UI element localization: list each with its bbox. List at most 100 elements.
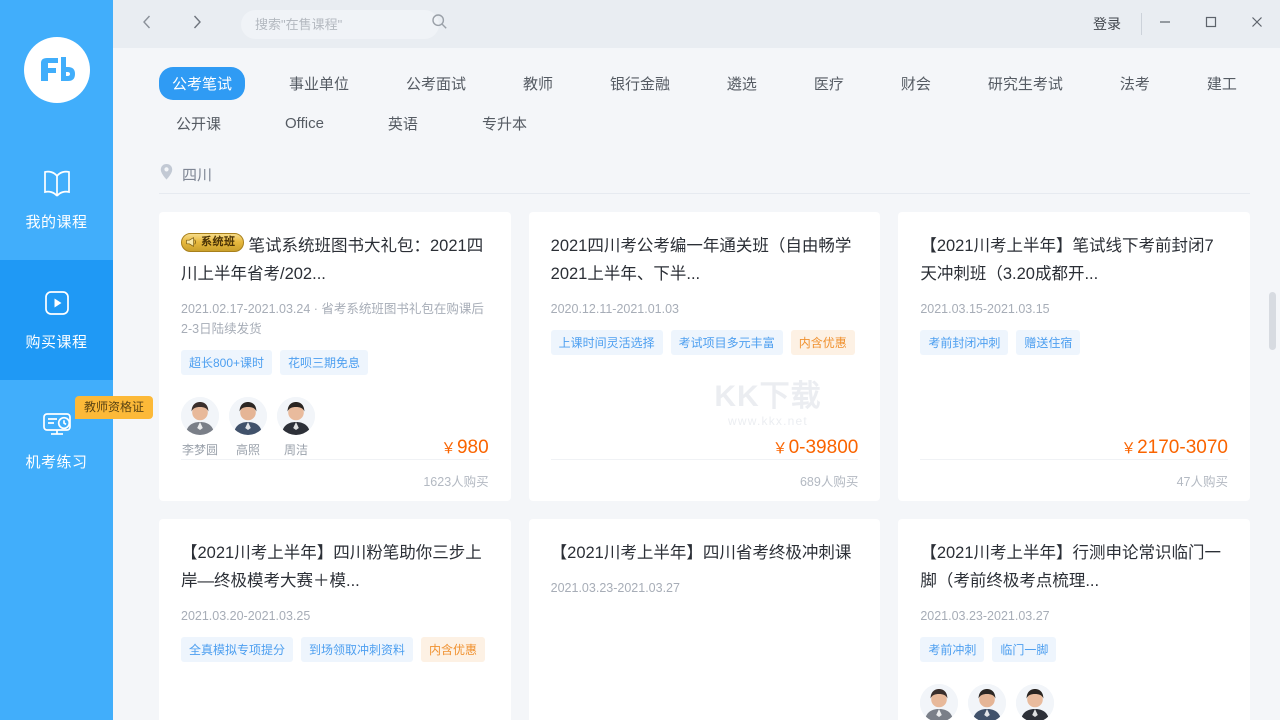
search-icon[interactable] bbox=[431, 13, 448, 35]
course-tag: 上课时间灵活选择 bbox=[551, 330, 663, 355]
app-window: 我的课程 购买课程 机考练习 bbox=[0, 0, 1280, 720]
avatar bbox=[229, 397, 267, 435]
sidebar: 我的课程 购买课程 机考练习 bbox=[0, 0, 113, 720]
minimize-button[interactable] bbox=[1142, 0, 1188, 48]
play-circle-icon bbox=[40, 289, 74, 319]
category-tab[interactable]: Office bbox=[272, 109, 337, 138]
avatar bbox=[1016, 684, 1054, 720]
course-card[interactable]: 系统班笔试系统班图书大礼包：2021四川上半年省考/202...2021.02.… bbox=[159, 212, 511, 501]
course-tag: 到场领取冲刺资料 bbox=[301, 637, 413, 662]
course-price: ￥980 bbox=[441, 437, 489, 459]
book-icon bbox=[40, 169, 74, 199]
course-tag: 考试项目多元丰富 bbox=[671, 330, 783, 355]
system-class-badge: 系统班 bbox=[181, 233, 244, 252]
course-tag: 花呗三期免息 bbox=[280, 350, 368, 375]
chevron-right-icon bbox=[189, 13, 205, 36]
search-input[interactable] bbox=[255, 17, 431, 32]
course-card[interactable]: 【2021川考上半年】行测申论常识临门一脚（考前终极考点梳理... 2021.03… bbox=[898, 519, 1250, 720]
price-value: 980 bbox=[457, 437, 489, 458]
teacher-certificate-tooltip[interactable]: 教师资格证 bbox=[75, 396, 153, 419]
category-tab[interactable]: 事业单位 bbox=[276, 67, 362, 100]
course-grid: 系统班笔试系统班图书大礼包：2021四川上半年省考/202...2021.02.… bbox=[113, 194, 1280, 720]
category-tab[interactable]: 研究生考试 bbox=[975, 67, 1076, 100]
category-tab[interactable]: 建工 bbox=[1194, 67, 1250, 100]
course-date-range: 2021.03.23-2021.03.27 bbox=[551, 578, 859, 598]
course-tag: 内含优惠 bbox=[421, 637, 485, 662]
course-title: 【2021川考上半年】四川粉笔助你三步上岸—终极模考大赛＋模... bbox=[181, 539, 489, 595]
category-tab[interactable]: 遴选 bbox=[714, 67, 770, 100]
category-tab[interactable]: 财会 bbox=[888, 67, 944, 100]
forward-button[interactable] bbox=[179, 6, 215, 42]
app-logo bbox=[0, 0, 113, 140]
buyer-count: 1623人购买 bbox=[423, 471, 488, 490]
currency-symbol: ￥ bbox=[773, 440, 788, 457]
teacher-name: 周洁 bbox=[277, 441, 315, 458]
course-card-body: ￥2170-3070 bbox=[920, 355, 1228, 459]
minimize-icon bbox=[1158, 15, 1172, 34]
price-value: 0-39800 bbox=[789, 437, 859, 458]
teacher-list: 李梦圆徐来明雷 bbox=[920, 684, 1228, 720]
close-button[interactable] bbox=[1234, 0, 1280, 48]
login-button[interactable]: 登录 bbox=[1073, 14, 1141, 34]
category-tab[interactable]: 公开课 bbox=[163, 107, 234, 140]
teacher-item: 徐来 bbox=[968, 684, 1006, 720]
teacher-item: 高照 bbox=[229, 397, 267, 458]
fenbi-logo-icon bbox=[24, 37, 90, 103]
course-card-footer: 689人购买 bbox=[551, 459, 859, 501]
sidebar-item-label: 购买课程 bbox=[25, 331, 87, 352]
course-tag: 考前封闭冲刺 bbox=[920, 330, 1008, 355]
search-box[interactable] bbox=[241, 10, 439, 39]
course-tag: 超长800+课时 bbox=[181, 350, 272, 375]
course-card[interactable]: 【2021川考上半年】四川省考终极冲刺课2021.03.23-2021.03.2… bbox=[529, 519, 881, 720]
sidebar-item-buy-courses[interactable]: 购买课程 bbox=[0, 260, 113, 380]
course-tag: 内含优惠 bbox=[791, 330, 855, 355]
course-card[interactable]: 【2021川考上半年】四川粉笔助你三步上岸—终极模考大赛＋模...2021.03… bbox=[159, 519, 511, 720]
course-price: ￥2170-3070 bbox=[1121, 437, 1228, 459]
currency-symbol: ￥ bbox=[441, 440, 456, 457]
course-tag: 考前冲刺 bbox=[920, 637, 984, 662]
course-card-body: 李梦圆高照周洁 ￥980 bbox=[181, 375, 489, 459]
price-value: 2170-3070 bbox=[1137, 437, 1228, 458]
title-bar: 登录 bbox=[113, 0, 1280, 48]
sidebar-item-label: 我的课程 bbox=[25, 211, 87, 232]
category-tab[interactable]: 英语 bbox=[375, 107, 431, 140]
category-tab[interactable]: 公考笔试 bbox=[159, 67, 245, 100]
maximize-button[interactable] bbox=[1188, 0, 1234, 48]
course-card-body: ￥0-39800 bbox=[551, 355, 859, 459]
category-tab[interactable]: 医疗 bbox=[801, 67, 857, 100]
course-card-body: ￥0-39 bbox=[551, 598, 859, 720]
course-date-range: 2021.03.23-2021.03.27 bbox=[920, 606, 1228, 626]
course-card[interactable]: 2021四川考公考编一年通关班（自由畅学2021上半年、下半...2020.12… bbox=[529, 212, 881, 501]
course-card-body: 李梦圆徐来明雷￥39 bbox=[920, 662, 1228, 720]
back-button[interactable] bbox=[129, 6, 165, 42]
course-card-footer: 1623人购买 bbox=[181, 459, 489, 501]
category-tab[interactable]: 公考面试 bbox=[393, 67, 479, 100]
avatar bbox=[920, 684, 958, 720]
course-date-range: 2021.03.15-2021.03.15 bbox=[920, 299, 1228, 319]
maximize-icon bbox=[1204, 15, 1218, 34]
course-tags: 考前冲刺临门一脚 bbox=[920, 637, 1228, 662]
category-tab[interactable]: 法考 bbox=[1107, 67, 1163, 100]
location-filter[interactable]: 四川 bbox=[159, 156, 1250, 194]
course-tags: 全真模拟专项提分到场领取冲刺资料内含优惠 bbox=[181, 637, 489, 662]
scrollbar-thumb[interactable] bbox=[1269, 292, 1276, 350]
fb-logo-glyph bbox=[37, 55, 77, 85]
vertical-scrollbar[interactable] bbox=[1269, 96, 1276, 720]
course-card[interactable]: 【2021川考上半年】笔试线下考前封闭7天冲刺班（3.20成都开...2021.… bbox=[898, 212, 1250, 501]
course-date-range: 2020.12.11-2021.01.03 bbox=[551, 299, 859, 319]
monitor-clock-icon bbox=[40, 409, 74, 439]
avatar bbox=[968, 684, 1006, 720]
teacher-item: 李梦圆 bbox=[920, 684, 958, 720]
category-tab[interactable]: 专升本 bbox=[469, 107, 540, 140]
category-row-secondary: 公开课 Office 英语 专升本 bbox=[159, 104, 1250, 142]
course-card-body: ￥1-199 bbox=[181, 662, 489, 720]
badge-label: 系统班 bbox=[201, 232, 236, 256]
category-tab[interactable]: 教师 bbox=[510, 67, 566, 100]
course-title: 系统班笔试系统班图书大礼包：2021四川上半年省考/202... bbox=[181, 232, 489, 288]
avatar bbox=[277, 397, 315, 435]
teacher-name: 李梦圆 bbox=[181, 441, 219, 458]
course-title: 【2021川考上半年】行测申论常识临门一脚（考前终极考点梳理... bbox=[920, 539, 1228, 595]
sidebar-item-my-courses[interactable]: 我的课程 bbox=[0, 140, 113, 260]
teacher-item: 明雷 bbox=[1016, 684, 1054, 720]
category-tab[interactable]: 银行金融 bbox=[597, 67, 683, 100]
